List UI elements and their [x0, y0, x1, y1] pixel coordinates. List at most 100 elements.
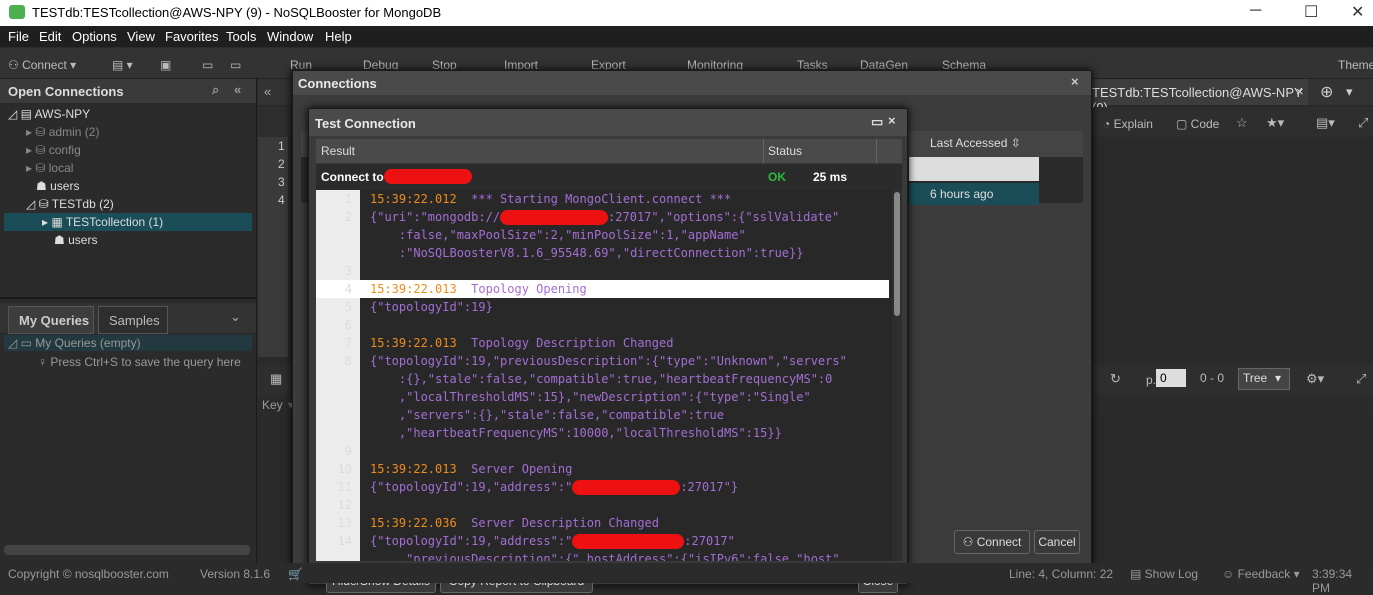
tab-scroll-left-icon[interactable]: «: [264, 84, 271, 99]
log-timestamp: 15:39:22.036: [370, 516, 457, 530]
clock: 3:39:34 PM: [1312, 567, 1353, 595]
report-icon[interactable]: ▭: [230, 58, 241, 72]
favorite-menu-icon[interactable]: ★▾: [1266, 115, 1284, 131]
log-json: {"topologyId":19}: [370, 300, 493, 314]
tree-node-users[interactable]: ☗ users: [36, 179, 79, 193]
copyright-text: Copyright © nosqlbooster.com: [8, 567, 169, 581]
tab-samples[interactable]: Samples: [98, 306, 168, 334]
queries-root-row[interactable]: ◿ ▭ My Queries (empty): [4, 335, 252, 351]
window-title: TESTdb:TESTcollection@AWS-NPY (9) - NoSQ…: [32, 5, 442, 20]
shell-icon[interactable]: ▭: [202, 58, 213, 72]
log-line: ,"servers":{},"stale":false,"compatible"…: [370, 408, 724, 422]
tab-list-icon[interactable]: ▾: [1346, 84, 1353, 100]
connect-dialog-button[interactable]: ⚇ Connect: [954, 530, 1030, 554]
result-column-header: Result: [321, 144, 356, 158]
log-line: ,"previousDescription":{"_hostAddress":{…: [370, 552, 840, 561]
panel-divider[interactable]: [0, 297, 256, 299]
open-file-icon[interactable]: ▤ ▾: [112, 58, 133, 72]
menu-file[interactable]: File: [8, 29, 29, 44]
connections-close-icon[interactable]: ×: [1071, 74, 1079, 89]
expand-icon[interactable]: ⤢: [1358, 115, 1368, 131]
log-timestamp: 15:39:22.013: [370, 462, 457, 476]
save-icon[interactable]: ▣: [160, 58, 171, 72]
menu-options[interactable]: Options: [72, 29, 117, 44]
menu-help[interactable]: Help: [325, 29, 352, 44]
log-event: *** Starting MongoClient.connect ***: [471, 192, 732, 206]
new-tab-icon[interactable]: ⊕: [1320, 82, 1333, 102]
menu-favorites[interactable]: Favorites: [165, 29, 218, 44]
log-viewer[interactable]: 1 15:39:22.012 *** Starting MongoClient.c…: [316, 190, 902, 561]
log-line-number: 4: [344, 282, 352, 296]
log-timestamp: 15:39:22.013: [370, 336, 457, 350]
refresh-icon[interactable]: ↻: [1110, 371, 1121, 387]
expand-result-icon[interactable]: ⤢: [1356, 371, 1366, 387]
star-icon[interactable]: ☆: [1236, 115, 1248, 131]
log-event: Server Description Changed: [471, 516, 659, 530]
log-line-number: 13: [337, 516, 352, 530]
log-line-number: 12: [337, 498, 352, 512]
code-button[interactable]: ▢ Code: [1176, 117, 1219, 131]
log-scrollbar-track[interactable]: [892, 190, 902, 561]
column-divider[interactable]: [763, 139, 764, 163]
cart-icon[interactable]: 🛒: [288, 567, 303, 581]
column-divider-2[interactable]: [876, 139, 877, 163]
tree-node-config[interactable]: ▸ ⛁ config: [26, 143, 81, 157]
redacted-address: [572, 534, 685, 549]
theme-button[interactable]: Theme: [1338, 58, 1373, 72]
collapse-panel-icon[interactable]: «: [234, 82, 241, 97]
connection-last-accessed: 6 hours ago: [930, 187, 994, 201]
menu-view[interactable]: View: [127, 29, 155, 44]
log-json: ,"servers":{},"stale":false,"compatible"…: [370, 408, 725, 422]
log-json: :false,"maxPoolSize":2,"minPoolSize":1,"…: [370, 228, 746, 242]
chevron-down-icon[interactable]: ⌄: [230, 309, 241, 325]
page-range: 0 - 0: [1200, 371, 1225, 385]
log-json: {"topologyId":19,"previousDescription":{…: [370, 354, 847, 368]
log-json: ,"localThresholdMS":15},"newDescription"…: [370, 390, 811, 404]
document-tab[interactable]: TESTdb:TESTcollection@AWS-NPY (9) ×: [1086, 79, 1308, 115]
connection-row[interactable]: 6 hours ago: [909, 183, 1039, 205]
cancel-button[interactable]: Cancel: [1034, 530, 1080, 554]
close-icon[interactable]: ✕: [1351, 2, 1364, 22]
tree-node-local[interactable]: ▸ ⛁ local: [26, 161, 73, 175]
page-label: p.: [1146, 373, 1157, 387]
table-view-icon[interactable]: ▦: [270, 371, 282, 387]
minimize-icon[interactable]: ─: [1250, 2, 1261, 20]
gutter-line-4: 4: [278, 193, 285, 207]
key-column-header: Key: [262, 398, 283, 412]
menu-tools[interactable]: Tools: [226, 29, 256, 44]
tree-node-testdb[interactable]: ◿ ⛁ TESTdb (2): [26, 197, 114, 211]
log-line: ,"localThresholdMS":15},"newDescription"…: [370, 390, 811, 404]
show-log-button[interactable]: ▤ Show Log: [1130, 567, 1198, 581]
tab-my-queries[interactable]: My Queries: [8, 306, 94, 334]
view-mode-select[interactable]: Tree ▾: [1238, 368, 1290, 390]
test-connection-title: Test Connection: [315, 116, 416, 131]
tab-samples-label: Samples: [109, 313, 160, 328]
maximize-icon[interactable]: ☐: [1304, 2, 1318, 22]
last-accessed-header[interactable]: Last Accessed ⇳: [930, 136, 1021, 150]
page-input[interactable]: 0: [1156, 369, 1186, 387]
feedback-button[interactable]: ☺ Feedback ▾: [1222, 567, 1300, 581]
search-icon[interactable]: ⌕: [212, 82, 219, 98]
status-column-header: Status: [768, 144, 803, 158]
test-connection-close-icon[interactable]: ×: [888, 113, 896, 128]
menu-window[interactable]: Window: [267, 29, 313, 44]
explain-button[interactable]: ◔ Explain: [1103, 117, 1153, 131]
log-scrollbar-thumb[interactable]: [894, 192, 900, 316]
tree-node-aws-npy[interactable]: ◿ ▤ AWS-NPY: [8, 107, 90, 121]
snippet-icon[interactable]: ▤▾: [1316, 115, 1335, 131]
tab-my-queries-label: My Queries: [19, 313, 90, 328]
settings-gear-icon[interactable]: ⚙▾: [1306, 371, 1324, 387]
connect-button[interactable]: ⚇ Connect ▾: [8, 58, 76, 72]
tab-close-icon[interactable]: ×: [1296, 84, 1304, 99]
log-json: ,"previousDescription":{"_hostAddress":{…: [370, 552, 840, 561]
tree-node-admin[interactable]: ▸ ⛁ admin (2): [26, 125, 99, 139]
menu-edit[interactable]: Edit: [39, 29, 61, 44]
log-json: {"uri":"mongodb://: [370, 210, 501, 224]
log-line-number: 7: [344, 336, 352, 350]
restore-icon[interactable]: ▭: [871, 114, 883, 130]
tree-node-users-2[interactable]: ☗ users: [54, 233, 97, 247]
horizontal-scrollbar[interactable]: [4, 545, 250, 555]
tree-node-testcollection[interactable]: ▸ ▦ TESTcollection (1): [42, 215, 163, 229]
connections-dialog-header: Connections ×: [293, 71, 1091, 95]
app-logo-icon: [9, 5, 25, 19]
